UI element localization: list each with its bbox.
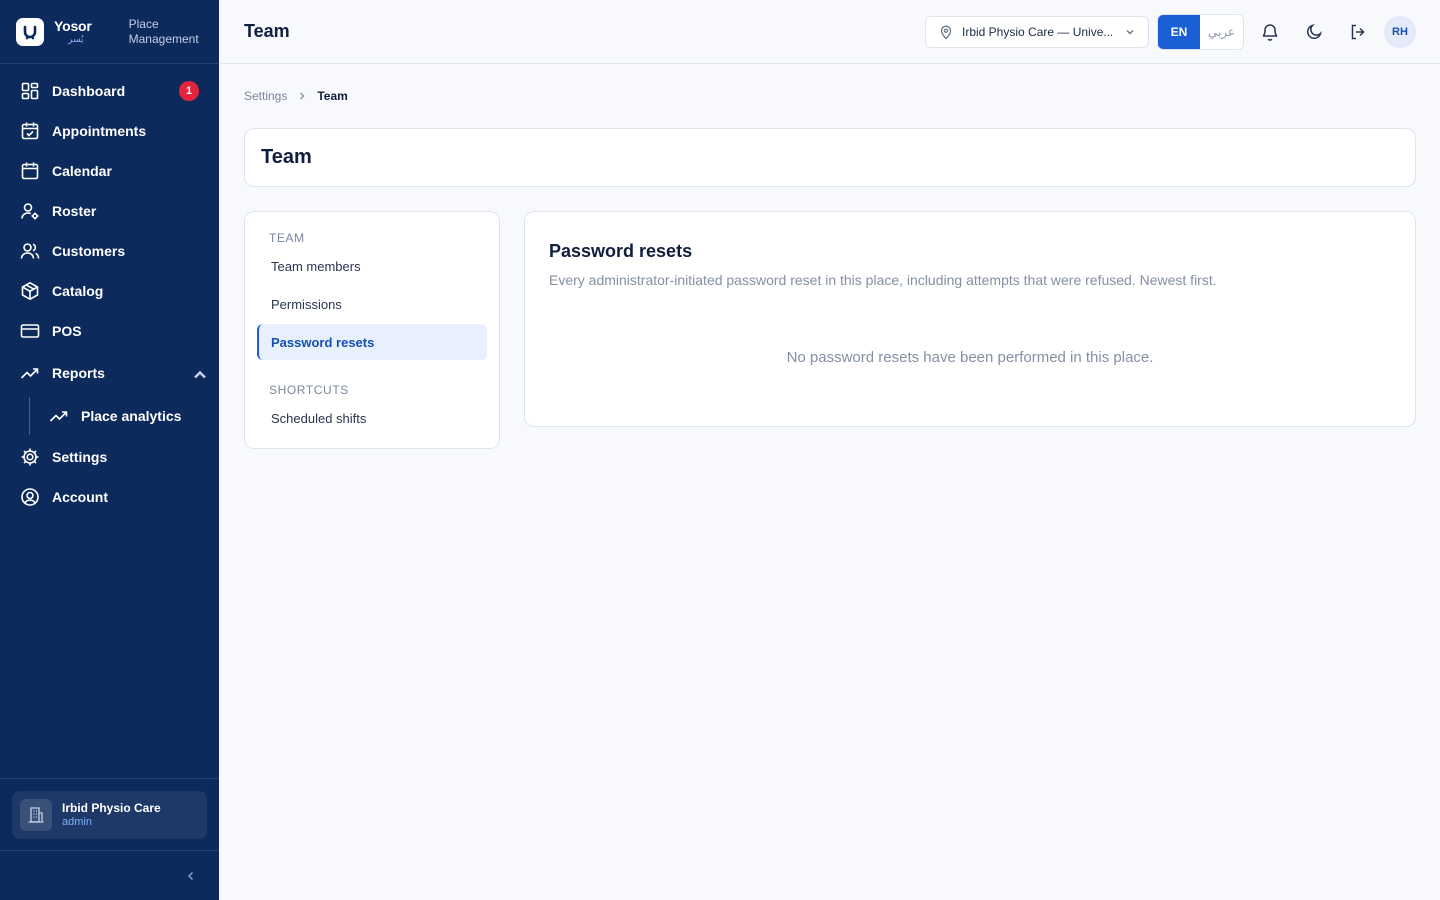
page-header-title: Team [244, 21, 290, 41]
sidebar-item-label: Catalog [52, 283, 104, 299]
building-icon [20, 799, 52, 831]
chevron-down-icon [1126, 30, 1134, 35]
brand[interactable]: Yosor يُسر Place Management [0, 0, 219, 64]
sidebar-item-dashboard[interactable]: Dashboard 1 [0, 71, 219, 111]
page-title-card: Team [244, 128, 1416, 187]
brand-name-ar: يُسر [68, 34, 84, 44]
logout-icon[interactable] [1348, 22, 1368, 42]
section-label-shortcuts: Shortcuts [269, 383, 349, 397]
password-resets-panel: Password resets Every administrator-init… [524, 211, 1416, 427]
chevron-right-icon [300, 92, 305, 100]
avatar[interactable]: RH [1384, 16, 1416, 48]
dashboard-icon [21, 82, 39, 100]
gear-icon [21, 448, 39, 466]
package-icon [21, 281, 39, 301]
map-pin-icon [940, 25, 952, 40]
bell-icon[interactable] [1260, 22, 1280, 42]
place-card-text: Irbid Physio Care admin [62, 801, 161, 829]
users-icon [20, 243, 40, 259]
language-toggle: EN عربي [1157, 14, 1244, 50]
topbar: Team Irbid Physio Care — Unive... EN عرب… [219, 0, 1440, 64]
breadcrumb-current: Team [317, 89, 348, 103]
collapse-sidebar-icon[interactable] [184, 869, 198, 883]
panel-title: Password resets [549, 241, 693, 261]
brand-name-en: Yosor [54, 18, 92, 34]
lang-en-button[interactable]: EN [1158, 15, 1200, 49]
chevron-up-icon[interactable] [190, 365, 210, 385]
sidebar-item-customers[interactable]: Customers [0, 231, 219, 271]
sidebar-item-label: Roster [52, 203, 97, 219]
lang-ar-button[interactable]: عربي [1200, 15, 1243, 49]
settings-nav-team-members[interactable]: Team members [257, 248, 487, 284]
place-footer: Irbid Physio Care admin [0, 778, 219, 851]
sidebar-item-label: Reports [52, 365, 105, 381]
calendar-icon [21, 162, 39, 180]
panel-description: Every administrator-initiated password r… [549, 272, 1217, 288]
brand-name: Yosor يُسر [54, 19, 92, 44]
moon-icon[interactable] [1304, 22, 1324, 42]
trending-up-icon [20, 368, 39, 379]
sidebar-item-label: Appointments [52, 123, 147, 139]
trending-up-icon [49, 411, 68, 422]
sidebar-item-label: POS [52, 323, 82, 339]
user-circle-icon [21, 488, 39, 506]
sidebar-item-label: Customers [52, 243, 126, 259]
sidebar-item-label: Settings [52, 449, 108, 465]
yosor-logo-icon [16, 17, 44, 46]
sidebar-nav: Dashboard 1 Appointments Calendar Roster… [0, 64, 219, 517]
sidebar-item-account[interactable]: Account [0, 477, 219, 517]
calendar-check-icon [21, 122, 39, 140]
user-gear-icon [21, 203, 39, 220]
empty-state-message: No password resets have been performed i… [786, 349, 1154, 366]
place-selector-value: Irbid Physio Care — Unive... [962, 25, 1112, 39]
place-name: Irbid Physio Care [62, 801, 161, 816]
place-card[interactable]: Irbid Physio Care admin [12, 791, 207, 839]
sidebar-item-calendar[interactable]: Calendar [0, 151, 219, 191]
sidebar-subitem-place-analytics[interactable]: Place analytics [0, 395, 219, 437]
sidebar-item-label: Calendar [52, 163, 112, 179]
page-title: Team [261, 146, 312, 168]
breadcrumb-settings[interactable]: Settings [244, 89, 287, 103]
sidebar-subitem-label: Place analytics [81, 408, 182, 424]
sidebar-item-pos[interactable]: POS [0, 311, 219, 351]
place-role: admin [62, 815, 92, 828]
breadcrumb: Settings Team [244, 89, 348, 103]
sidebar-item-appointments[interactable]: Appointments [0, 111, 219, 151]
place-selector[interactable]: Irbid Physio Care — Unive... [925, 16, 1149, 48]
sidebar: Yosor يُسر Place Management Dashboard 1 … [0, 0, 219, 900]
notification-badge: 1 [179, 81, 199, 101]
sidebar-item-catalog[interactable]: Catalog [0, 271, 219, 311]
sidebar-item-reports[interactable]: Reports [0, 351, 219, 395]
settings-nav-password-resets[interactable]: Password resets [257, 324, 487, 360]
sidebar-item-label: Dashboard [52, 83, 126, 99]
sidebar-item-settings[interactable]: Settings [0, 437, 219, 477]
settings-nav-scheduled-shifts[interactable]: Scheduled shifts [257, 400, 487, 436]
sidebar-item-label: Account [52, 489, 108, 505]
settings-nav-permissions[interactable]: Permissions [257, 286, 487, 322]
credit-card-icon [20, 324, 40, 338]
settings-nav: Team Team members Permissions Password r… [244, 211, 500, 449]
sidebar-item-roster[interactable]: Roster [0, 191, 219, 231]
brand-subtitle: Place Management [128, 16, 199, 46]
section-label-team: Team [269, 231, 305, 245]
